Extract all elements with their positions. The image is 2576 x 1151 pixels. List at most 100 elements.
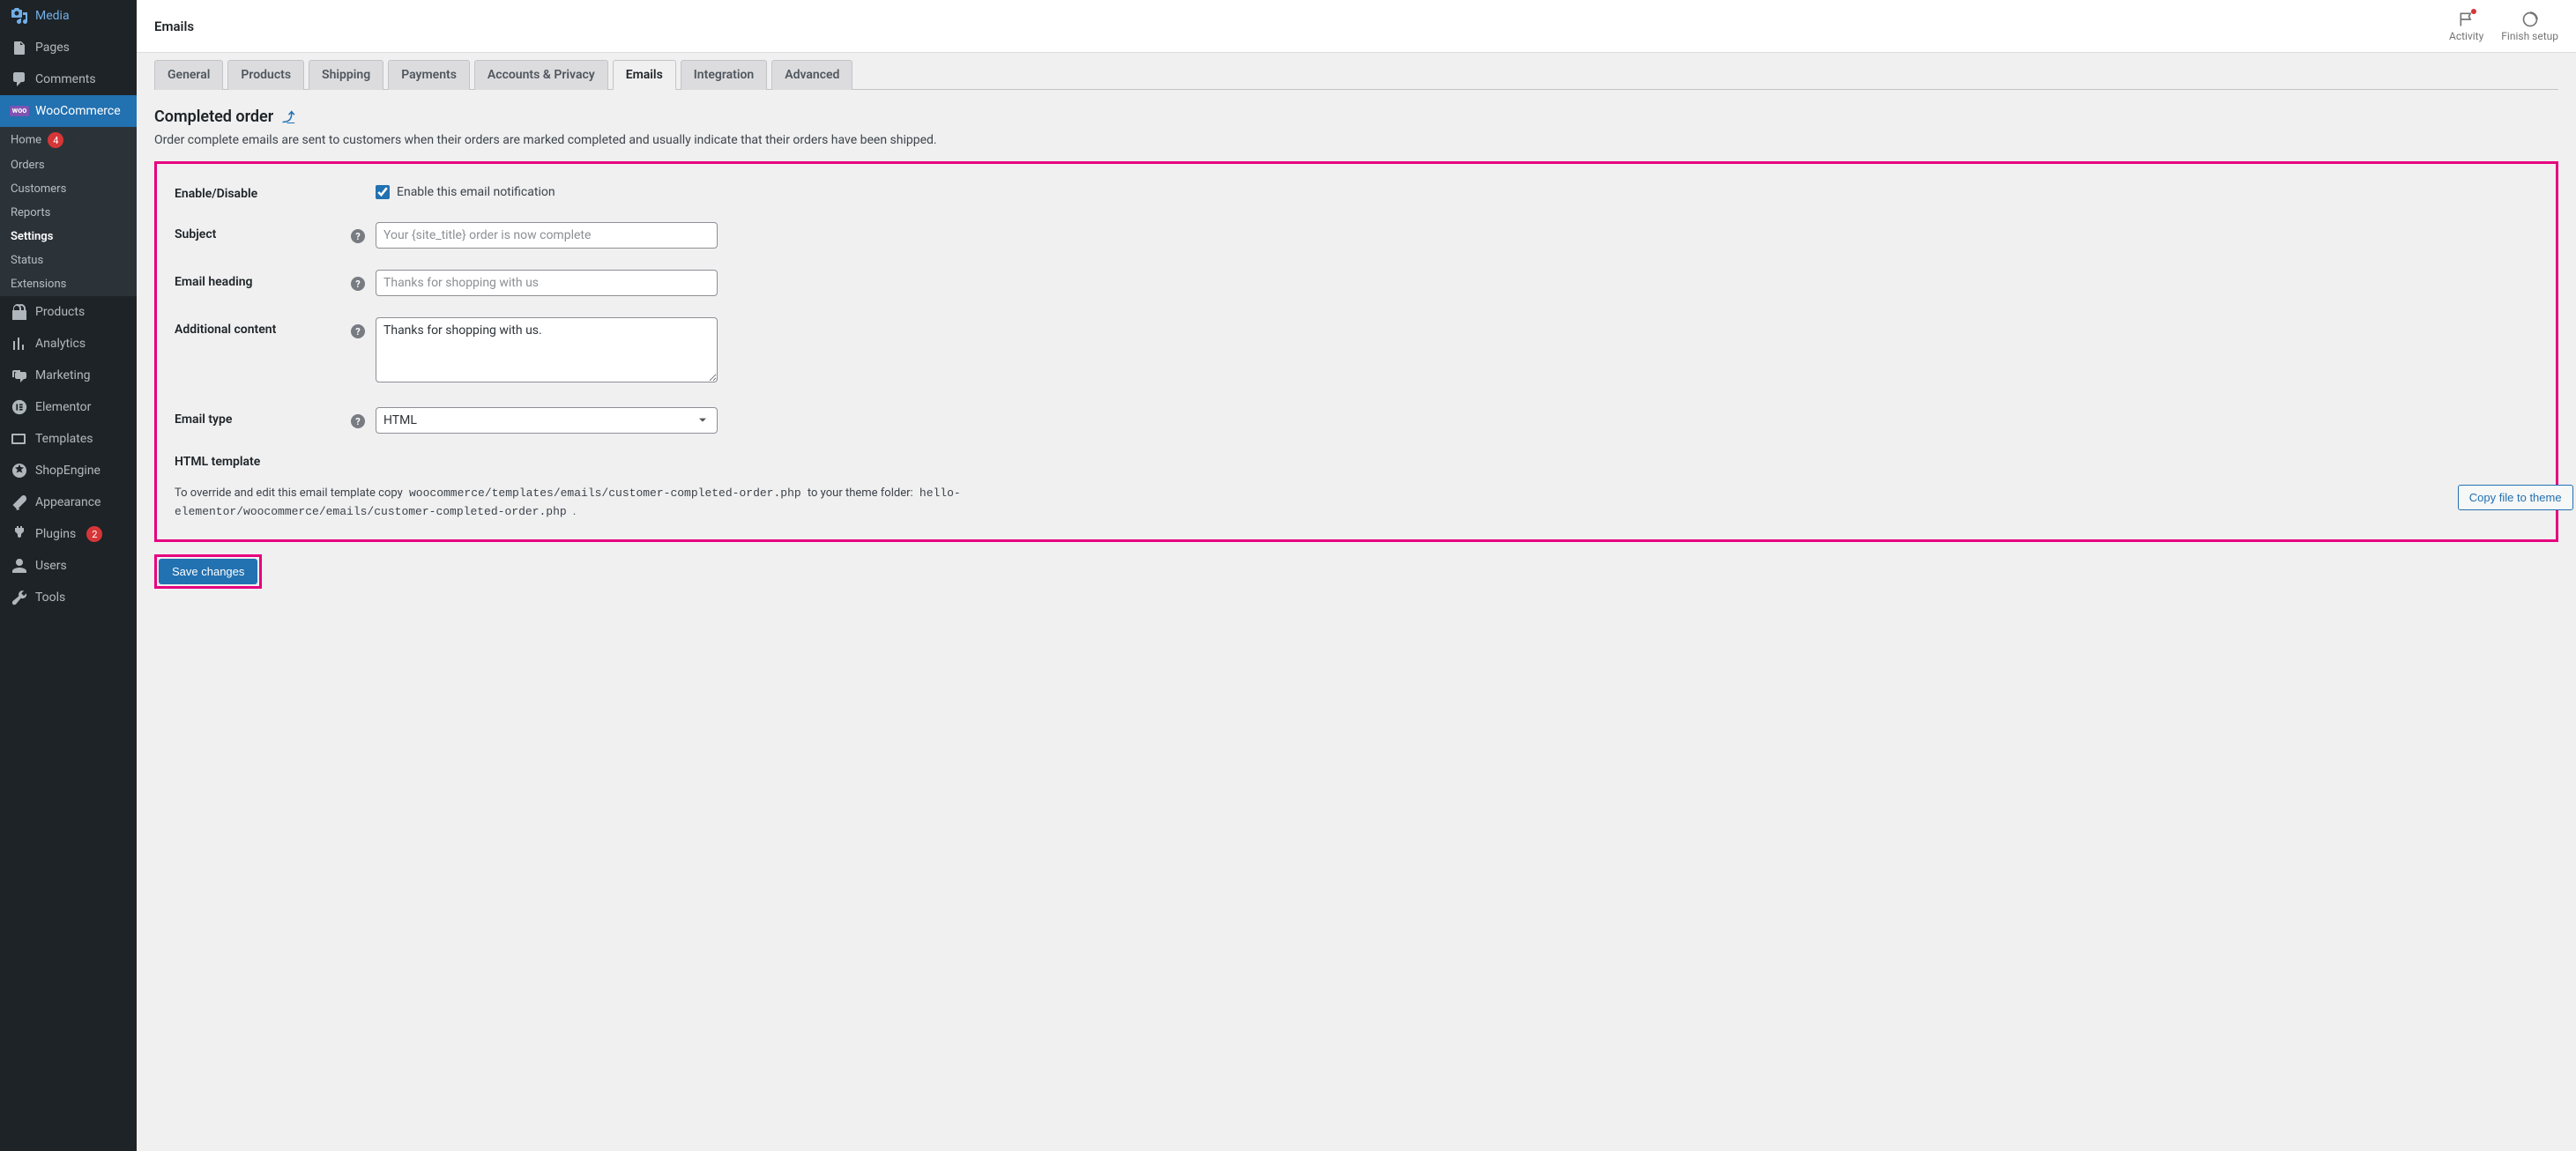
sidebar-label: Templates (35, 432, 93, 446)
enable-disable-label: Enable/Disable (175, 182, 351, 201)
enable-checkbox-wrap[interactable]: Enable this email notification (376, 182, 2538, 199)
finish-setup-label: Finish setup (2501, 30, 2558, 42)
finish-setup-button[interactable]: Finish setup (2501, 11, 2558, 42)
analytics-icon (11, 335, 28, 353)
main-content: Emails Activity Finish setup General Pro… (137, 0, 2576, 1151)
tab-general[interactable]: General (154, 60, 223, 90)
help-icon[interactable]: ? (351, 229, 365, 243)
tab-payments[interactable]: Payments (388, 60, 470, 90)
sidebar-label: Orders (11, 159, 45, 172)
enable-checkbox[interactable] (376, 185, 390, 199)
sidebar-item-tools[interactable]: Tools (0, 582, 137, 613)
email-type-select[interactable]: HTML (376, 407, 718, 434)
progress-circle-icon (2521, 11, 2539, 28)
sidebar-subitem-status[interactable]: Status (0, 249, 137, 272)
additional-content-label: Additional content (175, 317, 351, 337)
sidebar-label: Media (35, 9, 70, 23)
sidebar-label: Elementor (35, 400, 91, 414)
admin-sidebar: Media Pages Comments woo WooCommerce Hom… (0, 0, 137, 1151)
woocommerce-icon: woo (11, 102, 28, 120)
sidebar-item-media[interactable]: Media (0, 0, 137, 32)
save-changes-button[interactable]: Save changes (159, 559, 257, 584)
template-mid: to your theme folder: (808, 486, 913, 500)
heading-label: Email heading (175, 270, 351, 289)
sidebar-label: ShopEngine (35, 464, 101, 478)
activity-label: Activity (2449, 30, 2483, 42)
sidebar-subitem-reports[interactable]: Reports (0, 201, 137, 225)
sidebar-label: Appearance (35, 495, 101, 509)
subject-input[interactable] (376, 222, 718, 249)
sidebar-label: WooCommerce (35, 104, 121, 118)
plugins-badge: 2 (86, 526, 102, 542)
sidebar-item-pages[interactable]: Pages (0, 32, 137, 63)
media-icon (11, 7, 28, 25)
tab-shipping[interactable]: Shipping (309, 60, 383, 90)
comments-icon (11, 71, 28, 88)
tab-accounts[interactable]: Accounts & Privacy (474, 60, 608, 90)
sidebar-label: Tools (35, 590, 65, 605)
template-pre: To override and edit this email template… (175, 486, 403, 500)
sidebar-subitem-settings[interactable]: Settings (0, 225, 137, 249)
sidebar-item-products[interactable]: Products (0, 296, 137, 328)
sidebar-item-elementor[interactable]: Elementor (0, 391, 137, 423)
sidebar-label: Extensions (11, 278, 66, 291)
additional-content-input[interactable]: Thanks for shopping with us. (376, 317, 718, 382)
sidebar-label: Analytics (35, 337, 86, 351)
sidebar-label: Comments (35, 72, 96, 86)
return-link[interactable]: ⤴ (282, 108, 294, 126)
enable-checkbox-label: Enable this email notification (397, 185, 555, 199)
tab-emails[interactable]: Emails (613, 60, 676, 90)
sidebar-subitem-customers[interactable]: Customers (0, 177, 137, 201)
sidebar-label: Customers (11, 182, 66, 196)
email-settings-form: Enable/Disable Enable this email notific… (154, 161, 2558, 542)
html-template-heading: HTML template (157, 455, 2556, 469)
pages-icon (11, 39, 28, 56)
products-icon (11, 303, 28, 321)
sidebar-label: Pages (35, 41, 70, 55)
save-highlight: Save changes (154, 554, 262, 589)
page-description: Order complete emails are sent to custom… (154, 133, 2558, 147)
header-actions: Activity Finish setup (2449, 11, 2558, 42)
sidebar-label: Home (11, 134, 41, 147)
sidebar-label: Plugins (35, 527, 76, 541)
sidebar-item-comments[interactable]: Comments (0, 63, 137, 95)
sidebar-item-templates[interactable]: Templates (0, 423, 137, 455)
header-title: Emails (154, 19, 194, 34)
sidebar-item-marketing[interactable]: Marketing (0, 360, 137, 391)
heading-input[interactable] (376, 270, 718, 296)
sidebar-label: Products (35, 305, 85, 319)
tab-products[interactable]: Products (227, 60, 304, 90)
activity-notification-dot (2471, 9, 2476, 14)
subject-label: Subject (175, 222, 351, 241)
sidebar-subitem-home[interactable]: Home 4 (0, 127, 137, 153)
sidebar-subitem-extensions[interactable]: Extensions (0, 272, 137, 296)
sidebar-item-shopengine[interactable]: ShopEngine (0, 455, 137, 486)
page-title-text: Completed order (154, 108, 273, 126)
help-icon[interactable]: ? (351, 414, 365, 428)
template-instructions: To override and edit this email template… (175, 485, 968, 522)
tab-integration[interactable]: Integration (681, 60, 767, 90)
page-header: Emails Activity Finish setup (137, 0, 2576, 53)
plugins-icon (11, 525, 28, 543)
sidebar-item-users[interactable]: Users (0, 550, 137, 582)
appearance-icon (11, 494, 28, 511)
sidebar-item-appearance[interactable]: Appearance (0, 486, 137, 518)
shopengine-icon (11, 462, 28, 479)
help-icon[interactable]: ? (351, 277, 365, 291)
templates-icon (11, 430, 28, 448)
sidebar-item-woocommerce[interactable]: woo WooCommerce (0, 95, 137, 127)
help-icon[interactable]: ? (351, 324, 365, 338)
marketing-icon (11, 367, 28, 384)
elementor-icon (11, 398, 28, 416)
tab-advanced[interactable]: Advanced (771, 60, 852, 90)
sidebar-item-analytics[interactable]: Analytics (0, 328, 137, 360)
sidebar-subitem-orders[interactable]: Orders (0, 153, 137, 177)
sidebar-item-plugins[interactable]: Plugins 2 (0, 518, 137, 550)
copy-file-button[interactable]: Copy file to theme (2458, 485, 2573, 510)
users-icon (11, 557, 28, 575)
sidebar-label: Marketing (35, 368, 91, 382)
page-title: Completed order ⤴ (154, 108, 2558, 126)
email-type-label: Email type (175, 407, 351, 427)
activity-button[interactable]: Activity (2449, 11, 2483, 42)
sidebar-label: Reports (11, 206, 50, 219)
